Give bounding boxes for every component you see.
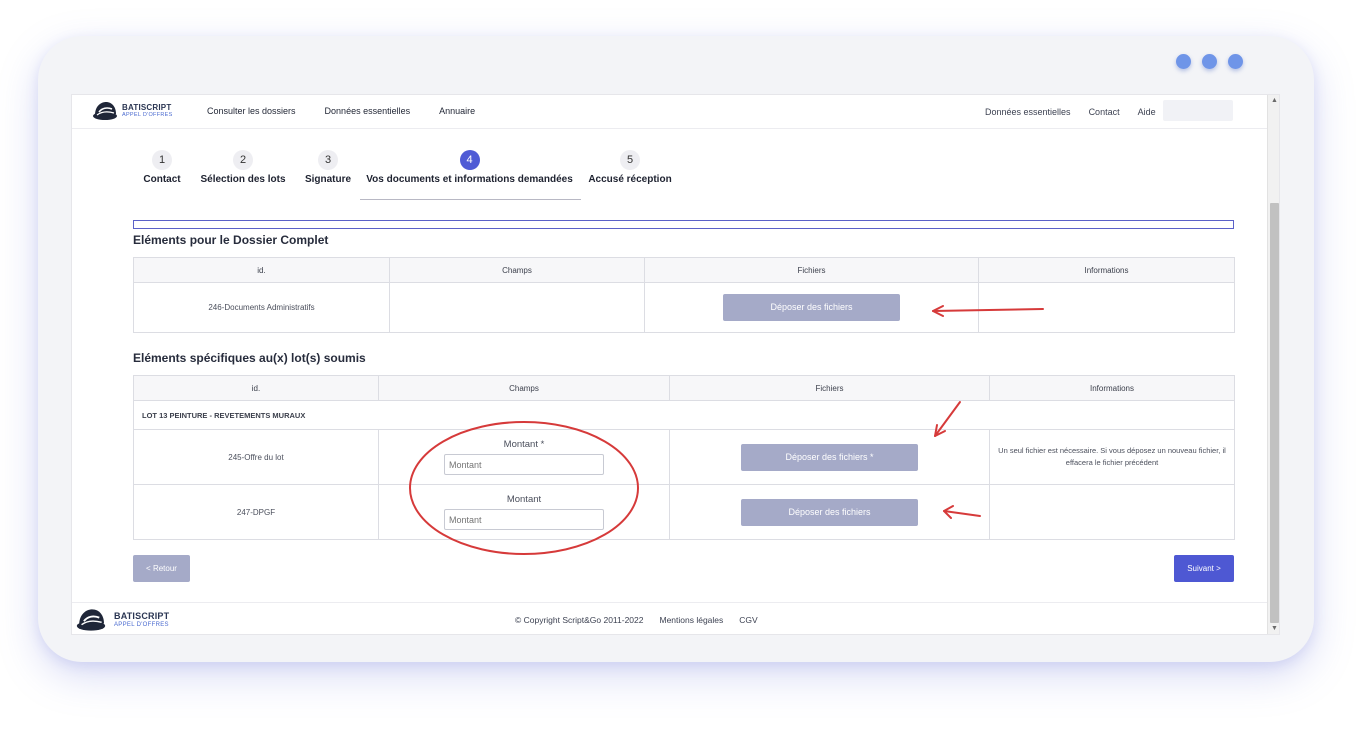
table-row: 245-Offre du lot Montant * Déposer des f… xyxy=(133,429,1235,485)
top-navbar: BATISCRIPT APPEL D'OFFRES Consulter les … xyxy=(72,95,1267,129)
col-header-champs: Champs xyxy=(378,375,670,401)
col-header-fichiers: Fichiers xyxy=(644,257,979,283)
step-label: Vos documents et informations demandées xyxy=(366,174,573,185)
mentions-legales-link[interactable]: Mentions légales xyxy=(659,615,723,625)
row-informations xyxy=(989,484,1235,540)
brand-name: BATISCRIPT xyxy=(122,102,172,112)
window-dot xyxy=(1176,54,1191,69)
row-champs xyxy=(389,282,645,333)
table-elements-specifiques: id. Champs Fichiers Informations LOT 13 … xyxy=(133,375,1235,540)
lot-title: LOT 13 PEINTURE - REVETEMENTS MURAUX xyxy=(133,400,1235,430)
col-header-informations: Informations xyxy=(989,375,1235,401)
step-contact[interactable]: 1 Contact xyxy=(142,150,182,185)
step-vos-documents[interactable]: 4 Vos documents et informations demandée… xyxy=(362,150,577,185)
step-number: 5 xyxy=(620,150,640,170)
step-selection-lots[interactable]: 2 Sélection des lots xyxy=(198,150,288,185)
footer-brand-logo[interactable]: BATISCRIPT APPEL D'OFFRES xyxy=(74,607,169,633)
copyright-text: © Copyright Script&Go 2011-2022 xyxy=(515,615,644,625)
nav-consulter-dossiers[interactable]: Consulter les dossiers xyxy=(207,106,296,116)
nav-right-contact[interactable]: Contact xyxy=(1089,107,1120,117)
active-step-underline xyxy=(360,199,581,200)
col-header-informations: Informations xyxy=(978,257,1235,283)
col-header-id: id. xyxy=(133,257,390,283)
lot-row: LOT 13 PEINTURE - REVETEMENTS MURAUX xyxy=(133,400,1235,430)
step-label: Accusé réception xyxy=(588,174,672,185)
step-label: Sélection des lots xyxy=(200,174,286,185)
step-accuse-reception[interactable]: 5 Accusé réception xyxy=(588,150,672,185)
brand-subtitle: APPEL D'OFFRES xyxy=(122,111,173,118)
footer-links: © Copyright Script&Go 2011-2022 Mentions… xyxy=(515,615,758,625)
browser-window: BATISCRIPT APPEL D'OFFRES Consulter les … xyxy=(71,94,1280,635)
step-label: Signature xyxy=(304,174,352,185)
deposer-fichiers-required-button[interactable]: Déposer des fichiers * xyxy=(741,443,918,471)
row-id: 247-DPGF xyxy=(133,484,379,540)
brand-subtitle: APPEL D'OFFRES xyxy=(114,622,169,628)
scroll-down-icon[interactable]: ▼ xyxy=(1268,623,1279,634)
main-nav: Consulter les dossiers Données essentiel… xyxy=(207,106,475,116)
helmet-logo-icon xyxy=(76,609,106,631)
section-title-dossier-complet: Eléments pour le Dossier Complet xyxy=(133,233,329,247)
nav-donnees-essentielles[interactable]: Données essentielles xyxy=(325,106,411,116)
row-fichiers: Déposer des fichiers xyxy=(669,484,990,540)
montant-label: Montant xyxy=(506,494,542,505)
brand-logo[interactable]: BATISCRIPT APPEL D'OFFRES xyxy=(92,100,173,122)
retour-button[interactable]: < Retour xyxy=(133,555,190,582)
user-menu[interactable] xyxy=(1163,100,1233,121)
footer: BATISCRIPT APPEL D'OFFRES © Copyright Sc… xyxy=(72,602,1267,634)
deposer-fichiers-button[interactable]: Déposer des fichiers xyxy=(741,498,918,526)
row-informations: Un seul fichier est nécessaire. Si vous … xyxy=(989,429,1235,485)
step-label: Contact xyxy=(143,174,181,185)
brand-name: BATISCRIPT xyxy=(114,611,170,621)
nav-right-donnees-essentielles[interactable]: Données essentielles xyxy=(985,107,1071,117)
nav-annuaire[interactable]: Annuaire xyxy=(439,106,475,116)
table-dossier-complet: id. Champs Fichiers Informations 246-Doc… xyxy=(133,257,1235,333)
table-header-row: id. Champs Fichiers Informations xyxy=(133,257,1235,283)
row-fichiers: Déposer des fichiers * xyxy=(669,429,990,485)
secondary-nav: Données essentielles Contact Aide xyxy=(985,107,1156,117)
row-id: 246-Documents Administratifs xyxy=(133,282,390,333)
scroll-thumb[interactable] xyxy=(1270,203,1279,623)
progress-bar xyxy=(133,220,1234,229)
step-number: 4 xyxy=(459,150,480,170)
window-dot xyxy=(1202,54,1217,69)
row-fichiers: Déposer des fichiers xyxy=(644,282,979,333)
row-informations xyxy=(978,282,1235,333)
montant-input[interactable] xyxy=(444,454,604,475)
nav-right-aide[interactable]: Aide xyxy=(1138,107,1156,117)
vertical-scrollbar[interactable]: ▲ ▼ xyxy=(1267,95,1279,634)
step-number: 3 xyxy=(318,150,338,170)
row-champs: Montant * xyxy=(378,429,670,485)
step-number: 2 xyxy=(233,150,253,170)
cgv-link[interactable]: CGV xyxy=(739,615,757,625)
scroll-up-icon[interactable]: ▲ xyxy=(1268,95,1279,107)
montant-input[interactable] xyxy=(444,509,604,530)
table-row: 247-DPGF Montant Déposer des fichiers xyxy=(133,484,1235,540)
deposer-fichiers-button[interactable]: Déposer des fichiers xyxy=(723,294,900,321)
row-champs: Montant xyxy=(378,484,670,540)
col-header-champs: Champs xyxy=(389,257,645,283)
step-signature[interactable]: 3 Signature xyxy=(300,150,356,185)
col-header-fichiers: Fichiers xyxy=(669,375,990,401)
table-row: 246-Documents Administratifs Déposer des… xyxy=(133,282,1235,333)
helmet-logo-icon xyxy=(93,102,117,120)
suivant-button[interactable]: Suivant > xyxy=(1174,555,1234,582)
section-title-elements-specifiques: Eléments spécifiques au(x) lot(s) soumis xyxy=(133,351,366,365)
step-number: 1 xyxy=(152,150,172,170)
col-header-id: id. xyxy=(133,375,379,401)
table-header-row: id. Champs Fichiers Informations xyxy=(133,375,1235,401)
montant-label: Montant * xyxy=(503,439,545,450)
window-dot xyxy=(1228,54,1243,69)
window-dots xyxy=(1176,54,1243,69)
row-id: 245-Offre du lot xyxy=(133,429,379,485)
